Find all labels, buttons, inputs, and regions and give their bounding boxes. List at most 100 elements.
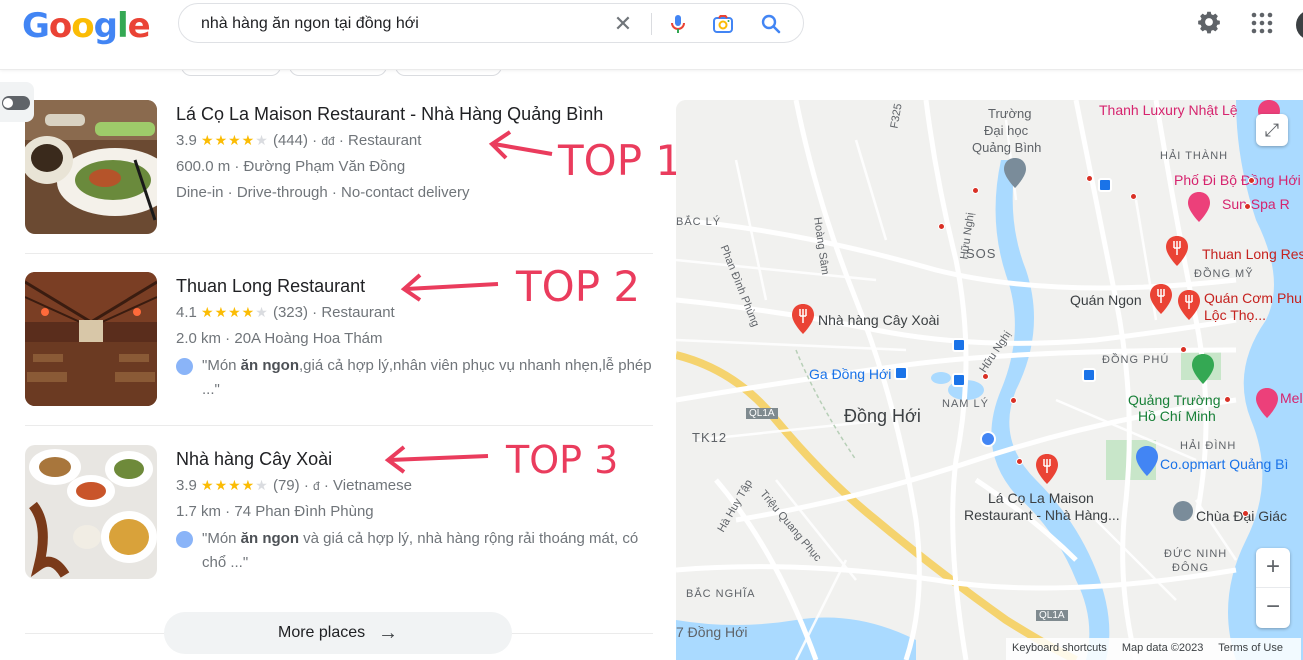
place-dot[interactable] — [1130, 193, 1137, 200]
map-label[interactable]: Sun Spa R — [1222, 196, 1290, 212]
terms-link[interactable]: Terms of Use — [1218, 642, 1283, 654]
account-avatar[interactable] — [1296, 10, 1303, 40]
place-dot[interactable] — [1016, 458, 1023, 465]
current-location-dot — [980, 431, 996, 447]
map-label[interactable]: Hồ Chí Minh — [1138, 408, 1216, 424]
map-label[interactable]: Thuan Long Rest — [1202, 246, 1303, 262]
bus-stop-icon[interactable] — [1098, 178, 1112, 192]
bus-stop-icon[interactable] — [1082, 368, 1096, 382]
place-dot[interactable] — [1086, 175, 1093, 182]
place-pin-icon[interactable] — [1256, 388, 1278, 418]
place-dot[interactable] — [972, 187, 979, 194]
result-title[interactable]: Lá Cọ La Maison Restaurant - Nhà Hàng Qu… — [176, 104, 603, 125]
dark-mode-toggle[interactable] — [0, 82, 34, 122]
restaurant-pin-icon[interactable] — [1166, 236, 1188, 266]
map-label[interactable]: Ga Đồng Hới — [809, 366, 891, 382]
train-station-icon[interactable] — [894, 366, 908, 380]
clear-icon[interactable]: ✕ — [611, 12, 635, 36]
zoom-in-button[interactable]: + — [1256, 548, 1290, 588]
result-title[interactable]: Nhà hàng Cây Xoài — [176, 449, 332, 470]
map-label[interactable]: Quán Cơm Phu — [1204, 290, 1302, 306]
map-label[interactable]: Lá Cọ La Maison — [988, 490, 1094, 506]
divider — [25, 253, 653, 254]
annotation-top-3: TOP 3 — [506, 438, 619, 482]
restaurant-photo-food[interactable] — [25, 100, 157, 234]
star-rating: ★★★★★ — [201, 477, 269, 493]
map-label[interactable]: Thanh Luxury Nhật Lệ — [1099, 102, 1238, 118]
settings-gear-icon[interactable] — [1196, 9, 1222, 35]
map-label[interactable]: Chùa Đại Giác — [1196, 508, 1287, 524]
address: 20A Hoàng Hoa Thám — [234, 330, 383, 347]
logo-letter: g — [93, 6, 118, 46]
logo-letter: o — [48, 6, 72, 46]
place-dot[interactable] — [1180, 346, 1187, 353]
annotation-arrow-2 — [400, 273, 499, 302]
place-dot[interactable] — [1010, 397, 1017, 404]
apps-grid-icon[interactable] — [1250, 11, 1274, 35]
park-pin-icon[interactable] — [1192, 354, 1214, 384]
map-label: ĐỒNG MỸ — [1194, 268, 1254, 280]
restaurant-photo-interior[interactable] — [25, 272, 157, 406]
price-level: đđ — [321, 134, 335, 148]
address: Đường Phạm Văn Đồng — [243, 158, 406, 175]
place-dot[interactable] — [1242, 510, 1249, 517]
map-label: Đồng Hới — [844, 406, 921, 426]
google-logo[interactable]: Google — [22, 6, 151, 46]
review-count: (79) — [272, 477, 300, 494]
category: Restaurant — [348, 132, 422, 149]
road-shield: QL1A — [746, 408, 778, 419]
place-dot[interactable] — [1244, 203, 1251, 210]
review-snippet: "Món ăn ngon và giá cả hợp lý, nhà hàng … — [176, 527, 656, 575]
camera-search-icon[interactable] — [711, 12, 735, 36]
map-label: ĐÔNG — [1172, 562, 1209, 574]
temple-pin-icon[interactable] — [1172, 500, 1194, 530]
map-label[interactable]: Quảng Trường — [1128, 392, 1221, 408]
map-label: Quảng Bình — [972, 140, 1042, 155]
search-box[interactable]: ✕ — [178, 3, 804, 43]
map[interactable]: Thanh Luxury Nhật Lệ Trường Đại học Quản… — [676, 100, 1303, 660]
map-label[interactable]: Co.opmart Quảng Bì — [1160, 456, 1288, 472]
restaurant-pin-icon[interactable] — [1036, 454, 1058, 484]
search-icon[interactable] — [759, 12, 783, 36]
star-rating: ★★★★★ — [201, 304, 269, 320]
snippet-text: "Món — [202, 530, 241, 547]
place-dot[interactable] — [938, 223, 945, 230]
map-label[interactable]: Nhà hàng Cây Xoài — [818, 312, 939, 328]
zoom-out-button[interactable]: − — [1256, 588, 1290, 628]
restaurant-pin-icon[interactable] — [792, 304, 814, 334]
map-label: TK12 — [692, 430, 728, 445]
university-pin-icon[interactable] — [1004, 158, 1026, 188]
bus-stop-icon[interactable] — [952, 338, 966, 352]
price-level: đ — [313, 479, 320, 493]
map-label: NAM LÝ — [942, 398, 989, 410]
bus-stop-icon[interactable] — [952, 373, 966, 387]
toggle-knob — [3, 98, 13, 108]
map-label[interactable]: Quán Ngon — [1070, 292, 1142, 308]
address: 74 Phan Đình Phùng — [234, 503, 374, 520]
map-label: Đại học — [984, 123, 1029, 138]
shopping-pin-icon[interactable] — [1136, 446, 1158, 476]
map-label[interactable]: Mel — [1280, 390, 1303, 406]
logo-letter: G — [22, 6, 50, 46]
place-dot[interactable] — [1224, 396, 1231, 403]
restaurant-photo-dishes[interactable] — [25, 445, 157, 579]
annotation-arrow-1 — [488, 130, 553, 160]
review-snippet: "Món ăn ngon,giá cả hợp lý,nhân viên phụ… — [176, 354, 656, 402]
annotation-top-1: TOP 1 — [558, 136, 683, 185]
restaurant-pin-icon[interactable] — [1150, 284, 1172, 314]
category: Restaurant — [321, 304, 395, 321]
restaurant-pin-icon[interactable] — [1178, 290, 1200, 320]
expand-map-icon[interactable]: ⤢ — [1256, 114, 1288, 146]
place-dot[interactable] — [982, 373, 989, 380]
place-dot[interactable] — [1248, 177, 1255, 184]
map-label[interactable]: Lộc Thọ... — [1204, 307, 1266, 323]
microphone-icon[interactable] — [666, 12, 690, 36]
search-input[interactable] — [201, 12, 621, 36]
logo-letter: o — [71, 6, 94, 46]
map-label[interactable]: Phố Đi Bộ Đồng Hới — [1174, 172, 1301, 188]
keyboard-shortcuts-link[interactable]: Keyboard shortcuts — [1012, 642, 1107, 654]
result-title[interactable]: Thuan Long Restaurant — [176, 276, 365, 297]
map-label[interactable]: Restaurant - Nhà Hàng... — [964, 507, 1120, 523]
place-pin-icon[interactable] — [1188, 192, 1210, 222]
more-places-button[interactable]: More places → — [164, 612, 512, 654]
